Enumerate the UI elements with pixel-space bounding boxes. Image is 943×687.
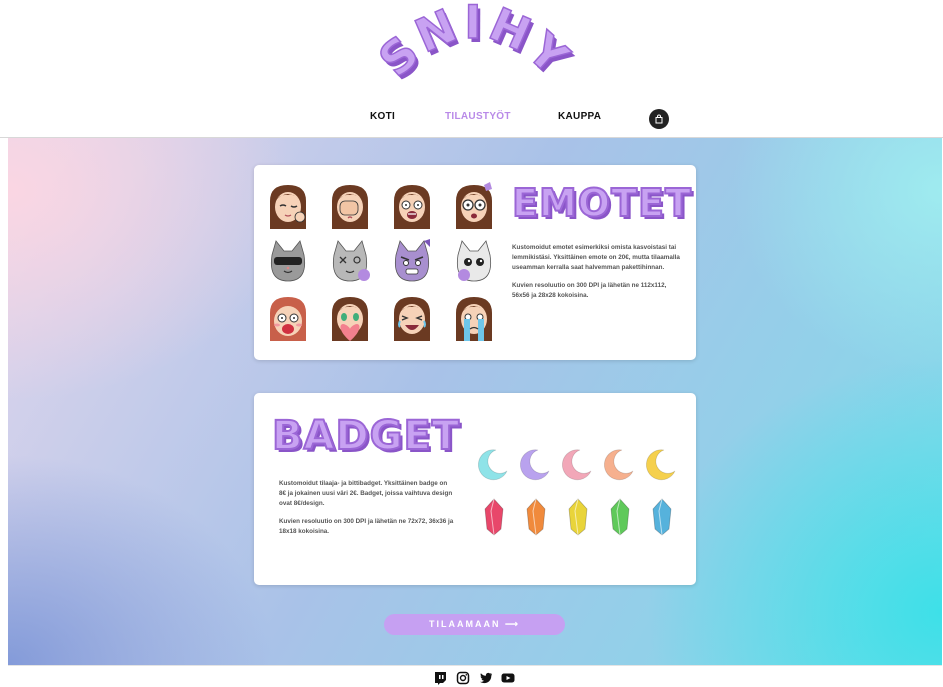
girl-wink-emote <box>264 181 312 229</box>
nav-kauppa[interactable]: KAUPPA <box>558 111 601 122</box>
twitch-icon <box>435 672 446 685</box>
nav-tilaustyot[interactable]: TILAUSTYÖT <box>445 111 511 122</box>
girl-laugh-emote <box>388 293 436 341</box>
crystal-badge-icon <box>484 498 504 536</box>
twitter-link[interactable] <box>479 671 493 685</box>
moon-badge-icon <box>477 449 508 481</box>
crystal-badge-icon <box>526 498 546 536</box>
shopping-bag-icon <box>655 114 663 124</box>
crystal-badge-icon <box>568 498 588 536</box>
nav-koti[interactable]: KOTI <box>370 111 395 122</box>
svg-text:SNIHY: SNIHY <box>372 2 577 87</box>
badge-samples <box>477 449 676 536</box>
girl-cry-emote <box>450 293 498 341</box>
badget-heading: BADGET <box>271 412 461 460</box>
emotet-paragraph-2: Kuvien resoluutio on 300 DPI ja lähetän … <box>512 282 667 299</box>
cart-button[interactable] <box>649 109 669 129</box>
emotet-heading: EMOTET <box>511 180 692 226</box>
girl-blush-scream-emote <box>264 293 312 341</box>
footer-divider <box>8 665 942 666</box>
badget-description: Kustomoidut tilaaja- ja bittibadget. Yks… <box>279 479 454 545</box>
moon-badge-icon <box>561 449 592 481</box>
emotet-card: EMOTET Kustomoidut emotet esimerkiksi om… <box>254 165 696 360</box>
cat-dizzy-emote <box>326 237 374 285</box>
girl-heart-emote <box>326 293 374 341</box>
emotet-paragraph-1: Kustomoidut emotet esimerkiksi omista ka… <box>512 244 680 271</box>
hero-section: EMOTET Kustomoidut emotet esimerkiksi om… <box>8 138 942 665</box>
instagram-icon <box>456 671 470 685</box>
crystal-badge-icon <box>610 498 630 536</box>
badget-card: BADGET Kustomoidut tilaaja- ja bittibadg… <box>254 393 696 585</box>
emote-grid <box>264 181 500 343</box>
moon-badge-icon <box>645 449 676 481</box>
cat-sunglasses-emote <box>264 237 312 285</box>
youtube-link[interactable] <box>501 671 515 685</box>
moon-badge-icon <box>603 449 634 481</box>
instagram-link[interactable] <box>456 671 470 685</box>
cat-angry-emote <box>388 237 436 285</box>
girl-facepalm-emote <box>326 181 374 229</box>
twitter-icon <box>480 672 492 684</box>
girl-glasses-emote <box>450 181 498 229</box>
order-button[interactable]: TILAAMAAN ⟶ <box>384 614 565 635</box>
snihy-logo[interactable]: SNIHY SNIHY <box>372 2 577 102</box>
girl-shocked-emote <box>388 181 436 229</box>
emotet-description: Kustomoidut emotet esimerkiksi omista ka… <box>512 243 682 309</box>
crystal-badge-icon <box>652 498 672 536</box>
youtube-icon <box>501 673 515 683</box>
badget-paragraph-2: Kuvien resoluutio on 300 DPI ja lähetän … <box>279 518 454 535</box>
badget-paragraph-1: Kustomoidut tilaaja- ja bittibadget. Yks… <box>279 480 453 507</box>
cat-plush-emote <box>450 237 498 285</box>
site-header: SNIHY SNIHY KOTI TILAUSTYÖT KAUPPA <box>0 0 943 138</box>
moon-badge-icon <box>519 449 550 481</box>
twitch-link[interactable] <box>433 671 447 685</box>
